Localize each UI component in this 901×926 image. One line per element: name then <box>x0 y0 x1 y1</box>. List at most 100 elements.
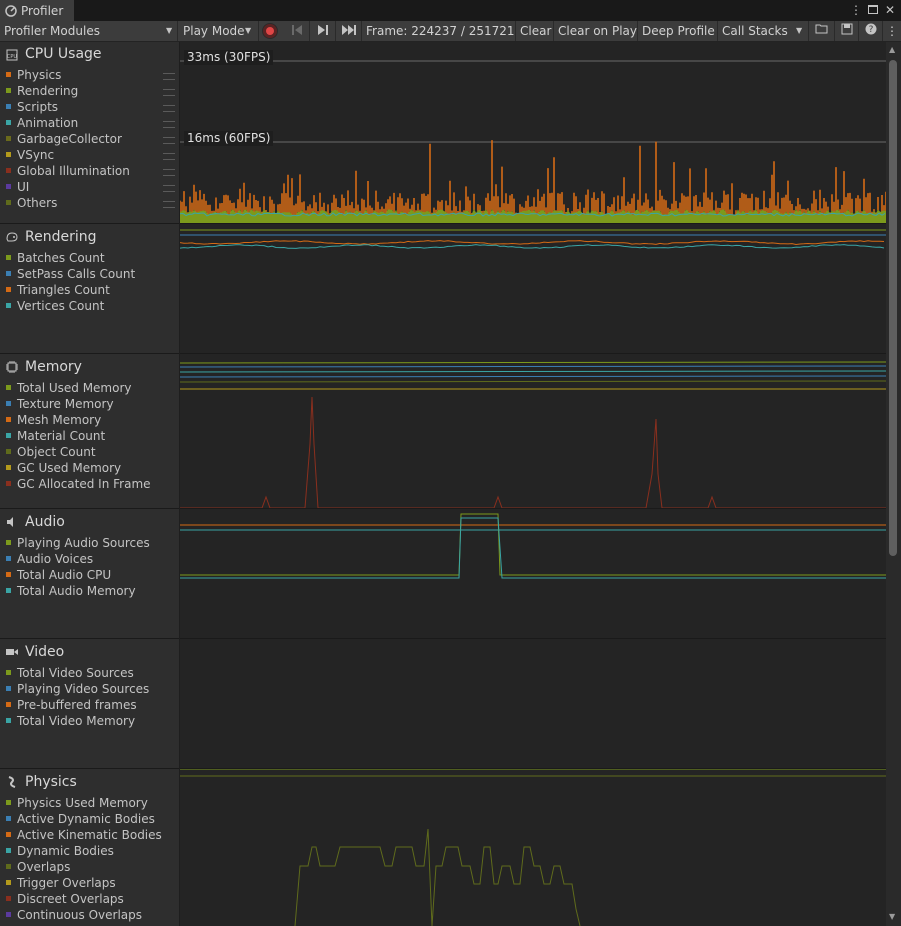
vertical-scrollbar[interactable]: ▲ ▼ <box>886 42 901 926</box>
chevron-down-icon[interactable]: ▼ <box>889 912 895 921</box>
series-item[interactable]: Triangles Count <box>6 282 110 298</box>
deep-profile-toggle[interactable]: Deep Profile <box>638 21 718 41</box>
cpu-usage-graph[interactable]: 33ms (30FPS) 16ms (60FPS) <box>180 42 886 224</box>
series-item[interactable]: GarbageCollector <box>6 131 122 147</box>
clear-button[interactable]: Clear <box>516 21 554 41</box>
first-frame-button[interactable] <box>284 21 310 41</box>
series-swatch <box>6 816 11 821</box>
series-item[interactable]: Total Video Sources <box>6 665 134 681</box>
series-swatch <box>6 136 11 141</box>
load-button[interactable] <box>809 21 835 41</box>
series-label: Rendering <box>17 84 79 98</box>
series-label: Playing Video Sources <box>17 682 150 696</box>
series-item[interactable]: Total Audio CPU <box>6 567 111 583</box>
series-swatch <box>6 686 11 691</box>
profiler-modules-dropdown[interactable]: Profiler Modules ▼ <box>0 21 178 41</box>
cpu-icon: CPU <box>5 48 19 62</box>
profiler-tab[interactable]: Profiler <box>0 0 74 21</box>
series-item[interactable]: Others <box>6 195 57 211</box>
series-item[interactable]: Overlaps <box>6 859 70 875</box>
series-item[interactable]: VSync <box>6 147 54 163</box>
drag-handle[interactable] <box>163 121 175 128</box>
series-item[interactable]: Active Dynamic Bodies <box>6 811 155 827</box>
next-frame-button[interactable] <box>310 21 336 41</box>
series-swatch <box>6 465 11 470</box>
series-item[interactable]: Dynamic Bodies <box>6 843 114 859</box>
series-label: Overlaps <box>17 860 71 874</box>
current-frame-button[interactable] <box>336 21 362 41</box>
svg-text:CPU: CPU <box>7 54 18 60</box>
drag-handle[interactable] <box>163 201 175 208</box>
series-swatch <box>6 912 11 917</box>
drag-handle[interactable] <box>163 153 175 160</box>
target-label: Play Mode <box>183 24 245 38</box>
drag-handle[interactable] <box>163 169 175 176</box>
series-item[interactable]: Total Video Memory <box>6 713 135 729</box>
series-label: Material Count <box>17 429 106 443</box>
series-item[interactable]: Active Kinematic Bodies <box>6 827 162 843</box>
drag-handle[interactable] <box>163 73 175 80</box>
skip-back-icon <box>291 25 302 35</box>
series-item[interactable]: GC Allocated In Frame <box>6 476 151 492</box>
series-label: GC Allocated In Frame <box>17 477 151 491</box>
module-cpu-usage[interactable]: CPU CPU Usage Physics Rendering Scripts … <box>0 42 179 224</box>
series-item[interactable]: Object Count <box>6 444 96 460</box>
module-video[interactable]: Video Total Video Sources Playing Video … <box>0 639 179 769</box>
series-item[interactable]: Playing Video Sources <box>6 681 149 697</box>
close-icon[interactable]: ✕ <box>882 2 898 18</box>
series-item[interactable]: Global Illumination <box>6 163 130 179</box>
memory-graph[interactable] <box>180 354 886 509</box>
series-item[interactable]: GC Used Memory <box>6 460 121 476</box>
kebab-icon[interactable]: ⋮ <box>848 2 864 18</box>
series-item[interactable]: Pre-buffered frames <box>6 697 137 713</box>
call-stacks-dropdown[interactable]: Call Stacks ▼ <box>718 21 809 41</box>
series-item[interactable]: Continuous Overlaps <box>6 907 142 923</box>
module-rendering[interactable]: Rendering Batches Count SetPass Calls Co… <box>0 224 179 354</box>
series-item[interactable]: Rendering <box>6 83 78 99</box>
series-item[interactable]: Total Audio Memory <box>6 583 136 599</box>
audio-graph[interactable] <box>180 509 886 639</box>
module-memory[interactable]: Memory Total Used Memory Texture Memory … <box>0 354 179 509</box>
clear-on-play-toggle[interactable]: Clear on Play <box>554 21 638 41</box>
series-item[interactable]: Audio Voices <box>6 551 93 567</box>
series-item[interactable]: Physics <box>6 67 61 83</box>
physics-graph[interactable] <box>180 769 886 926</box>
rendering-graph[interactable] <box>180 224 886 354</box>
series-item[interactable]: Physics Used Memory <box>6 795 148 811</box>
module-physics[interactable]: Physics Physics Used Memory Active Dynam… <box>0 769 179 926</box>
series-item[interactable]: Discreet Overlaps <box>6 891 124 907</box>
series-item[interactable]: Material Count <box>6 428 105 444</box>
drag-handle[interactable] <box>163 185 175 192</box>
series-swatch <box>6 848 11 853</box>
series-item[interactable]: Scripts <box>6 99 58 115</box>
series-label: SetPass Calls Count <box>17 267 136 281</box>
chevron-up-icon[interactable]: ▲ <box>889 45 895 54</box>
series-item[interactable]: Total Used Memory <box>6 380 132 396</box>
drag-handle[interactable] <box>163 137 175 144</box>
rendering-icon <box>5 230 19 244</box>
series-swatch <box>6 880 11 885</box>
series-label: Total Video Memory <box>17 714 136 728</box>
series-label: Dynamic Bodies <box>17 844 114 858</box>
module-audio[interactable]: Audio Playing Audio Sources Audio Voices… <box>0 509 179 639</box>
video-graph[interactable] <box>180 639 886 769</box>
record-button[interactable] <box>262 23 278 39</box>
drag-handle[interactable] <box>163 89 175 96</box>
options-menu-button[interactable]: ⋮ <box>883 21 901 41</box>
series-item[interactable]: Texture Memory <box>6 396 114 412</box>
series-item[interactable]: SetPass Calls Count <box>6 266 135 282</box>
series-item[interactable]: Playing Audio Sources <box>6 535 150 551</box>
series-item[interactable]: Mesh Memory <box>6 412 101 428</box>
help-button[interactable]: ? <box>859 21 883 41</box>
drag-handle[interactable] <box>163 105 175 112</box>
series-item[interactable]: Vertices Count <box>6 298 104 314</box>
target-dropdown[interactable]: Play Mode ▼ <box>179 21 259 41</box>
series-item[interactable]: Batches Count <box>6 250 105 266</box>
save-button[interactable] <box>835 21 859 41</box>
series-item[interactable]: Animation <box>6 115 78 131</box>
scrollbar-thumb[interactable] <box>889 60 897 556</box>
series-item[interactable]: Trigger Overlaps <box>6 875 116 891</box>
series-item[interactable]: UI <box>6 179 29 195</box>
maximize-icon[interactable] <box>865 2 881 18</box>
toolbar: Profiler Modules ▼ Play Mode ▼ Frame: 22… <box>0 21 901 42</box>
